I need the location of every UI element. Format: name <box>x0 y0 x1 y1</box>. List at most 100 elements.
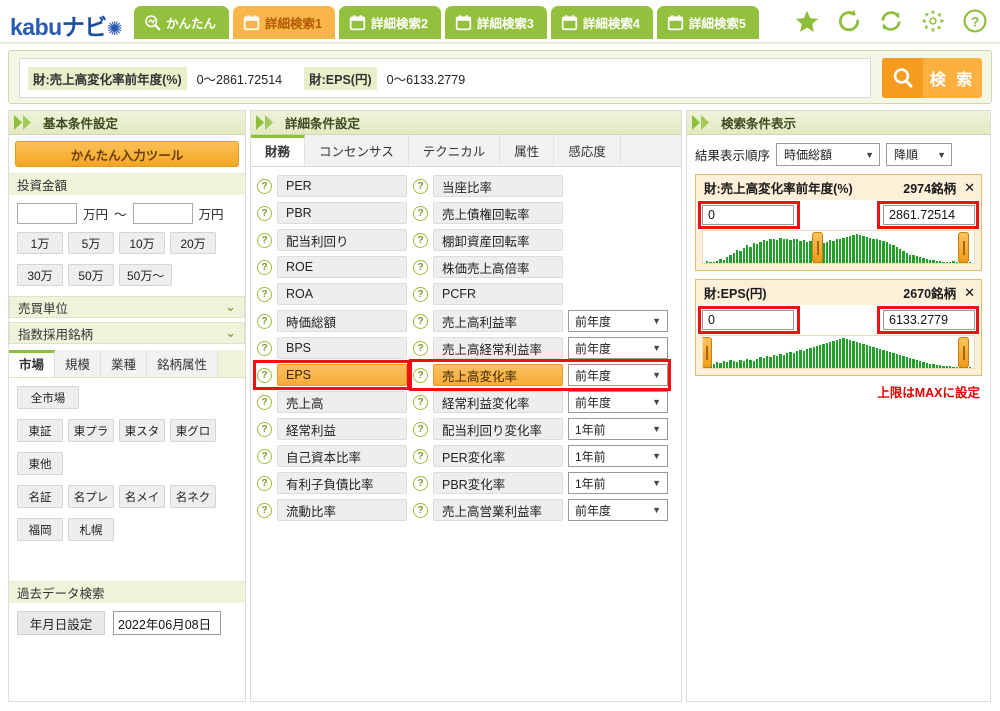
help-icon[interactable]: ? <box>257 340 272 356</box>
close-icon[interactable]: ✕ <box>964 180 975 196</box>
financial-item-profit-margin[interactable]: 売上高利益率 <box>433 310 563 332</box>
help-icon[interactable]: ? <box>413 286 428 302</box>
filter-min-input[interactable]: 0 <box>702 205 794 225</box>
financial-item-inventory-turnover[interactable]: 棚卸資産回転率 <box>433 229 563 251</box>
period-select-ordinary-profit-margin[interactable]: 前年度 ▼ <box>568 337 668 359</box>
date-value-field[interactable]: 2022年06月08日 <box>113 611 221 635</box>
market-button[interactable]: 名証 <box>17 485 63 508</box>
help-icon[interactable]: ? <box>257 475 272 491</box>
investment-to-input[interactable] <box>132 203 193 224</box>
financial-item-current-ratio[interactable]: 流動比率 <box>277 499 407 521</box>
range-handle-right[interactable] <box>958 232 970 263</box>
financial-item-sales-growth-rate[interactable]: 売上高変化率 <box>433 364 563 386</box>
period-select-sales-growth-rate[interactable]: 前年度 ▼ <box>568 364 668 386</box>
help-icon[interactable]: ? <box>413 232 428 248</box>
preset-button[interactable]: 30万 <box>17 264 63 286</box>
period-select-ordinary-profit-growth[interactable]: 前年度 ▼ <box>568 391 668 413</box>
preset-button[interactable]: 10万 <box>119 232 165 254</box>
close-icon[interactable]: ✕ <box>964 285 975 301</box>
help-icon[interactable]: ? <box>413 340 428 356</box>
financial-item-dividend-yield-change[interactable]: 配当利回り変化率 <box>433 418 563 440</box>
financial-item-ordinary-profit[interactable]: 経常利益 <box>277 418 407 440</box>
tab-detail-search-1[interactable]: 詳細検索1 <box>233 6 335 39</box>
financial-item-receivables-turnover[interactable]: 売上債権回転率 <box>433 202 563 224</box>
financial-item-debt-ratio[interactable]: 有利子負債比率 <box>277 472 407 494</box>
financial-item-equity-ratio[interactable]: 自己資本比率 <box>277 445 407 467</box>
sync-icon[interactable] <box>878 8 904 34</box>
tab-kannoudo[interactable]: 感応度 <box>554 135 621 166</box>
help-icon[interactable]: ? <box>257 502 272 518</box>
tab-detail-search-2[interactable]: 詳細検索2 <box>338 6 441 39</box>
help-icon[interactable]: ? <box>413 502 428 518</box>
period-select-profit-margin[interactable]: 前年度 ▼ <box>568 310 668 332</box>
market-button[interactable]: 東プラ <box>68 419 114 442</box>
filter-histogram-2[interactable] <box>702 335 975 369</box>
index-constituent-section[interactable]: 指数採用銘柄 ⌄ <box>9 322 245 344</box>
market-tab-meigara-zokusei[interactable]: 銘柄属性 <box>147 350 219 377</box>
filter-histogram-1[interactable] <box>702 230 975 264</box>
tab-zaimu[interactable]: 財務 <box>251 135 306 166</box>
market-button[interactable]: 東他 <box>17 452 63 475</box>
sort-order-select[interactable]: 降順 ▼ <box>886 143 953 166</box>
help-icon[interactable]: ? <box>413 448 428 464</box>
market-button[interactable]: 東証 <box>17 419 63 442</box>
financial-item-ordinary-profit-growth[interactable]: 経常利益変化率 <box>433 391 563 413</box>
market-button[interactable]: 東スタ <box>119 419 165 442</box>
market-button[interactable]: 名プレ <box>68 485 114 508</box>
financial-item-market-cap[interactable]: 時価総額 <box>277 310 407 332</box>
tab-detail-search-5[interactable]: 詳細検索5 <box>656 6 759 39</box>
period-select-operating-margin[interactable]: 前年度 ▼ <box>568 499 668 521</box>
filter-max-input[interactable]: 2861.72514 <box>883 205 975 225</box>
help-icon[interactable]: ? <box>257 367 272 383</box>
sort-key-select[interactable]: 時価総額 ▼ <box>776 143 881 166</box>
date-setting-button[interactable]: 年月日設定 <box>17 611 105 635</box>
tab-consensus[interactable]: コンセンサス <box>305 135 409 166</box>
help-icon[interactable]: ? <box>962 8 988 34</box>
preset-button[interactable]: 1万 <box>17 232 63 254</box>
market-button[interactable]: 福岡 <box>17 518 63 541</box>
period-select-per-change[interactable]: 1年前 ▼ <box>568 445 668 467</box>
market-tab-shijo[interactable]: 市場 <box>9 350 56 377</box>
market-button[interactable]: 札幌 <box>68 518 114 541</box>
tab-kantan[interactable]: かんたん <box>134 6 230 39</box>
market-button[interactable]: 名ネク <box>170 485 216 508</box>
financial-item-per[interactable]: PER <box>277 175 407 197</box>
financial-item-ordinary-profit-margin[interactable]: 売上高経常利益率 <box>433 337 563 359</box>
help-icon[interactable]: ? <box>257 394 272 410</box>
help-icon[interactable]: ? <box>257 205 272 221</box>
market-button[interactable]: 東グロ <box>170 419 216 442</box>
help-icon[interactable]: ? <box>257 259 272 275</box>
financial-item-pcfr[interactable]: PCFR <box>433 283 563 305</box>
investment-from-input[interactable] <box>17 203 77 224</box>
financial-item-quick-ratio[interactable]: 当座比率 <box>433 175 563 197</box>
help-icon[interactable]: ? <box>257 421 272 437</box>
financial-item-psr[interactable]: 株価売上高倍率 <box>433 256 563 278</box>
gear-icon[interactable] <box>920 8 946 34</box>
tab-technical[interactable]: テクニカル <box>409 135 501 166</box>
refresh-icon[interactable] <box>836 8 862 34</box>
market-tab-kibo[interactable]: 規模 <box>55 350 102 377</box>
financial-item-per-change[interactable]: PER変化率 <box>433 445 563 467</box>
financial-item-sales[interactable]: 売上高 <box>277 391 407 413</box>
help-icon[interactable]: ? <box>413 178 428 194</box>
help-icon[interactable]: ? <box>257 313 272 329</box>
preset-button[interactable]: 50万〜 <box>119 264 173 286</box>
preset-button[interactable]: 5万 <box>68 232 114 254</box>
range-handle-right[interactable] <box>958 337 970 368</box>
financial-item-dividend-yield[interactable]: 配当利回り <box>277 229 407 251</box>
help-icon[interactable]: ? <box>257 178 272 194</box>
range-handle-left[interactable] <box>703 337 712 368</box>
help-icon[interactable]: ? <box>413 205 428 221</box>
preset-button[interactable]: 20万 <box>170 232 216 254</box>
financial-item-roe[interactable]: ROE <box>277 256 407 278</box>
period-select-pbr-change[interactable]: 1年前 ▼ <box>568 472 668 494</box>
help-icon[interactable]: ? <box>413 421 428 437</box>
help-icon[interactable]: ? <box>257 232 272 248</box>
easy-input-tool-button[interactable]: かんたん入力ツール <box>15 141 239 167</box>
market-button-all[interactable]: 全市場 <box>17 386 79 409</box>
filter-min-input[interactable]: 0 <box>702 310 794 330</box>
trading-unit-section[interactable]: 売買単位 ⌄ <box>9 296 245 318</box>
help-icon[interactable]: ? <box>413 475 428 491</box>
financial-item-pbr-change[interactable]: PBR変化率 <box>433 472 563 494</box>
tab-zokusei[interactable]: 属性 <box>500 135 555 166</box>
